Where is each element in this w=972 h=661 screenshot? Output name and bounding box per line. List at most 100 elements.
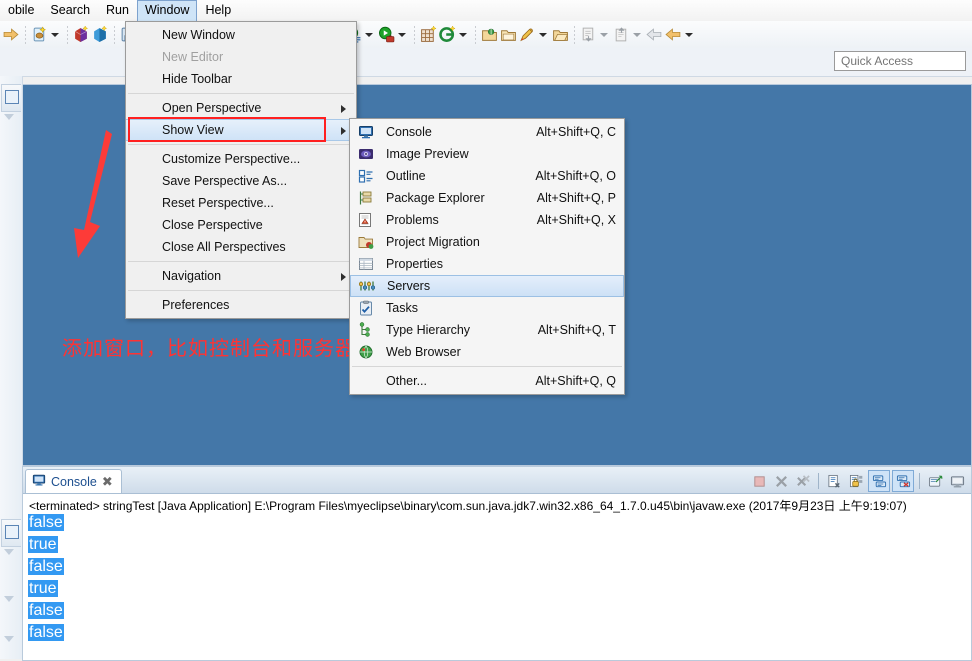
minimized-view-tab-bottom[interactable] bbox=[1, 519, 21, 547]
open-resource-icon[interactable] bbox=[518, 23, 537, 47]
console-output[interactable]: false true false true false false bbox=[28, 512, 64, 644]
show-view-item-type-hierarchy-label: Type Hierarchy bbox=[386, 323, 471, 337]
show-view-item-problems[interactable]: Problems Alt+Shift+Q, X bbox=[350, 209, 624, 231]
quick-access-input[interactable] bbox=[834, 51, 966, 71]
console-tab[interactable]: Console ✖ bbox=[25, 469, 122, 493]
checkout-dropdown-caret[interactable] bbox=[600, 32, 608, 37]
refresh-g-icon[interactable] bbox=[438, 23, 457, 47]
previous-edit-icon[interactable] bbox=[664, 23, 683, 47]
checkout-icon[interactable] bbox=[579, 23, 598, 47]
clear-console-icon[interactable] bbox=[824, 471, 844, 491]
left-view-strip bbox=[0, 76, 23, 659]
back-nav-icon[interactable] bbox=[645, 23, 664, 47]
menu-item-run[interactable]: Run bbox=[98, 0, 137, 21]
run-history-dropdown-caret[interactable] bbox=[365, 32, 373, 37]
show-view-item-package-explorer-label: Package Explorer bbox=[386, 191, 485, 205]
pin-console-icon[interactable] bbox=[868, 470, 890, 492]
new-grid-icon[interactable] bbox=[419, 23, 438, 47]
run-external-icon[interactable] bbox=[377, 23, 396, 47]
menu-separator bbox=[128, 93, 354, 94]
menu-item-search[interactable]: Search bbox=[42, 0, 98, 21]
console-output-value: false bbox=[28, 558, 64, 575]
new-console-view-icon[interactable] bbox=[947, 471, 967, 491]
console-output-line: false bbox=[28, 556, 64, 578]
show-view-item-console-accel: Alt+Shift+Q, C bbox=[536, 125, 616, 139]
menu-option-preferences[interactable]: Preferences bbox=[126, 294, 356, 316]
servers-icon bbox=[358, 278, 376, 294]
menu-item-mobile[interactable]: obile bbox=[0, 0, 42, 21]
show-view-item-package-explorer[interactable]: Package Explorer Alt+Shift+Q, P bbox=[350, 187, 624, 209]
show-view-item-console[interactable]: Console Alt+Shift+Q, C bbox=[350, 121, 624, 143]
restore-arrow-extra2-icon[interactable] bbox=[4, 636, 14, 642]
menu-item-help[interactable]: Help bbox=[197, 0, 239, 21]
menu-option-show-view[interactable]: Show View bbox=[126, 119, 356, 141]
toolbar-separator bbox=[67, 25, 68, 44]
console-icon bbox=[358, 124, 374, 140]
menu-option-open-perspective-label: Open Perspective bbox=[162, 101, 262, 115]
open-task-icon[interactable] bbox=[551, 23, 570, 47]
remove-all-launches-icon[interactable] bbox=[793, 471, 813, 491]
open-type-icon[interactable] bbox=[480, 23, 499, 47]
toolbar-separator bbox=[414, 25, 415, 44]
run-external-dropdown-caret[interactable] bbox=[398, 32, 406, 37]
show-view-item-servers[interactable]: Servers bbox=[350, 275, 624, 297]
package-explorer-small-icon bbox=[5, 90, 19, 104]
refresh-dropdown-caret[interactable] bbox=[459, 32, 467, 37]
commit-icon[interactable] bbox=[612, 23, 631, 47]
show-view-item-properties-label: Properties bbox=[386, 257, 443, 271]
menu-option-reset-perspective[interactable]: Reset Perspective... bbox=[126, 192, 356, 214]
close-icon[interactable]: ✖ bbox=[102, 475, 113, 488]
show-view-item-outline[interactable]: Outline Alt+Shift+Q, O bbox=[350, 165, 624, 187]
open-resource-dropdown-caret[interactable] bbox=[539, 32, 547, 37]
remove-launch-icon[interactable] bbox=[771, 471, 791, 491]
menu-option-hide-toolbar[interactable]: Hide Toolbar bbox=[126, 68, 356, 90]
menu-option-open-perspective[interactable]: Open Perspective bbox=[126, 97, 356, 119]
open-folder-icon[interactable] bbox=[499, 23, 518, 47]
console-output-line: true bbox=[28, 534, 64, 556]
show-view-item-other[interactable]: Other... Alt+Shift+Q, Q bbox=[350, 370, 624, 392]
show-view-item-project-migration[interactable]: Project Migration bbox=[350, 231, 624, 253]
console-output-value: false bbox=[28, 514, 64, 531]
menu-option-close-perspective[interactable]: Close Perspective bbox=[126, 214, 356, 236]
console-panel: Console ✖ <terminated> stringTest [Java … bbox=[22, 466, 972, 661]
show-view-item-web-browser-label: Web Browser bbox=[386, 345, 461, 359]
restore-arrow-top-icon[interactable] bbox=[4, 114, 14, 120]
show-view-item-type-hierarchy-accel: Alt+Shift+Q, T bbox=[537, 323, 616, 337]
commit-dropdown-caret[interactable] bbox=[633, 32, 641, 37]
console-terminated-line: <terminated> stringTest [Java Applicatio… bbox=[29, 499, 907, 513]
forward-arrow-icon[interactable] bbox=[2, 23, 21, 47]
show-view-item-other-accel: Alt+Shift+Q, Q bbox=[535, 374, 616, 388]
minimized-view-tab-top[interactable] bbox=[1, 84, 21, 112]
new-wizard-dropdown-caret[interactable] bbox=[51, 32, 59, 37]
new-project-icon[interactable] bbox=[72, 23, 91, 47]
restore-arrow-bottom-icon[interactable] bbox=[4, 549, 14, 555]
menu-option-save-perspective-as[interactable]: Save Perspective As... bbox=[126, 170, 356, 192]
show-view-item-outline-accel: Alt+Shift+Q, O bbox=[535, 169, 616, 183]
show-view-item-properties[interactable]: Properties bbox=[350, 253, 624, 275]
new-package-icon[interactable] bbox=[91, 23, 110, 47]
show-view-item-image-preview-label: Image Preview bbox=[386, 147, 469, 161]
menu-option-navigation[interactable]: Navigation bbox=[126, 265, 356, 287]
console-output-value: true bbox=[28, 536, 58, 553]
show-view-item-web-browser[interactable]: Web Browser bbox=[350, 341, 624, 363]
show-view-item-type-hierarchy[interactable]: Type Hierarchy Alt+Shift+Q, T bbox=[350, 319, 624, 341]
scroll-lock-icon[interactable] bbox=[846, 471, 866, 491]
type-hierarchy-icon bbox=[358, 322, 374, 338]
show-view-item-tasks[interactable]: Tasks bbox=[350, 297, 624, 319]
show-view-item-image-preview[interactable]: Image Preview bbox=[350, 143, 624, 165]
menu-item-window[interactable]: Window bbox=[136, 0, 198, 21]
menu-separator bbox=[128, 261, 354, 262]
terminate-icon[interactable] bbox=[749, 471, 769, 491]
menu-option-new-window[interactable]: New Window bbox=[126, 24, 356, 46]
restore-arrow-extra1-icon[interactable] bbox=[4, 596, 14, 602]
show-view-item-tasks-label: Tasks bbox=[386, 301, 418, 315]
new-wizard-icon[interactable] bbox=[30, 23, 49, 47]
menu-option-customize-perspective[interactable]: Customize Perspective... bbox=[126, 148, 356, 170]
eclipse-window: obile Search Run Window Help Quick Acces… bbox=[0, 0, 972, 661]
web-browser-icon bbox=[358, 344, 374, 360]
display-selected-console-icon[interactable] bbox=[892, 470, 914, 492]
menu-option-close-all-perspectives[interactable]: Close All Perspectives bbox=[126, 236, 356, 258]
previous-edit-dropdown-caret[interactable] bbox=[685, 32, 693, 37]
console-output-value: false bbox=[28, 624, 64, 641]
open-console-icon[interactable] bbox=[925, 471, 945, 491]
